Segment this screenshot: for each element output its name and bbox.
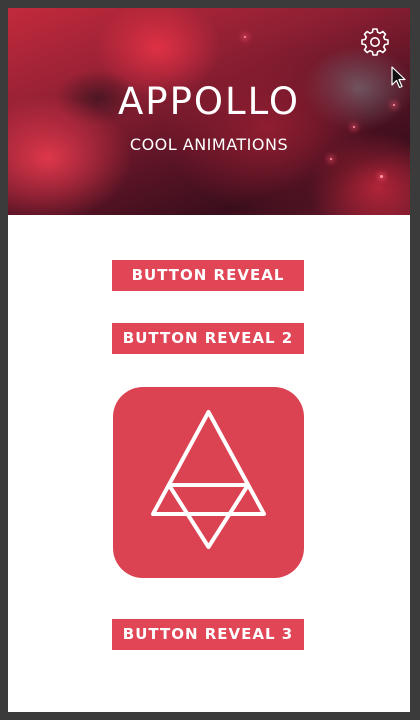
- nebula-star: [380, 175, 383, 178]
- settings-button[interactable]: [360, 26, 390, 56]
- nebula-star: [353, 126, 355, 128]
- nebula-star: [330, 158, 332, 160]
- app-icon-button[interactable]: [113, 387, 304, 578]
- page-title: APPOLLO: [117, 80, 301, 123]
- device-frame: APPOLLO COOL ANIMATIONS BUTTON REVEAL BU…: [0, 0, 420, 720]
- button-reveal-3[interactable]: BUTTON REVEAL 3: [112, 619, 304, 650]
- page-subtitle: COOL ANIMATIONS: [129, 135, 289, 154]
- mouse-cursor-icon: [391, 66, 406, 89]
- app-screen: APPOLLO COOL ANIMATIONS BUTTON REVEAL BU…: [8, 8, 410, 712]
- gear-icon: [361, 28, 389, 56]
- nebula-star: [244, 36, 246, 38]
- button-reveal-2[interactable]: BUTTON REVEAL 2: [112, 323, 304, 354]
- header-banner: APPOLLO COOL ANIMATIONS: [8, 8, 410, 215]
- button-reveal-1[interactable]: BUTTON REVEAL: [112, 260, 304, 291]
- triangle-logo-icon: [151, 410, 266, 549]
